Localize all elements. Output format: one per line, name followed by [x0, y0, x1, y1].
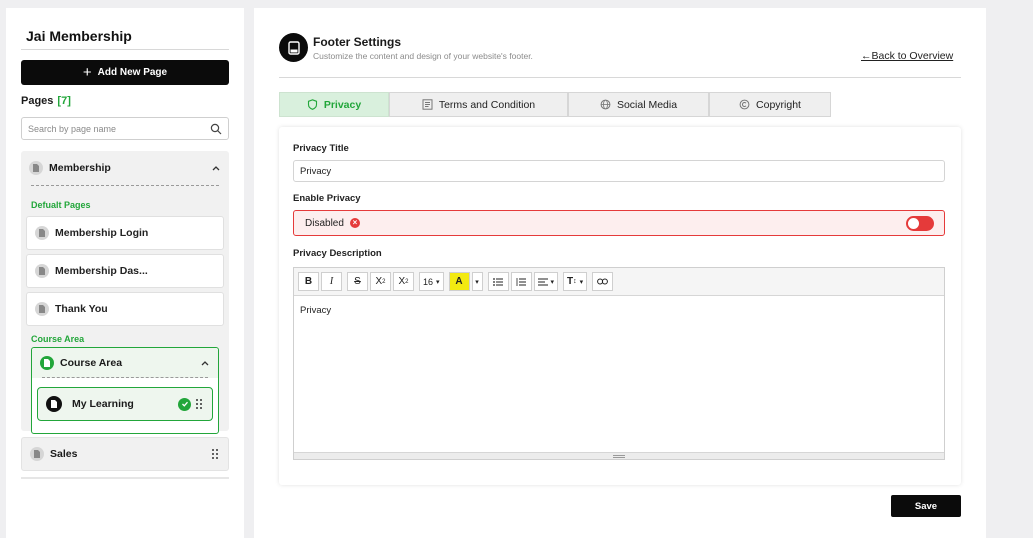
course-area-label: Course Area	[60, 357, 123, 369]
save-button[interactable]: Save	[891, 495, 961, 517]
editor-toolbar: B I S X2 X2 16 A ▾ T↕	[294, 268, 944, 296]
copyright-icon	[739, 99, 750, 110]
subscript-button[interactable]: X2	[393, 272, 414, 291]
numbered-list-button[interactable]	[510, 272, 532, 291]
privacy-description-label: Privacy Description	[293, 248, 382, 259]
document-list-icon	[422, 99, 433, 110]
dashed-divider	[31, 185, 219, 186]
text-color-dropdown[interactable]: ▾	[471, 272, 483, 291]
sidebar-divider	[21, 49, 229, 50]
default-pages-label: Defualt Pages	[31, 200, 91, 210]
page-icon	[35, 226, 49, 240]
tab-copyright[interactable]: Copyright	[709, 92, 831, 117]
page-item-label: Thank You	[55, 303, 108, 315]
font-size-value: 16	[423, 276, 434, 287]
sales-group[interactable]: Sales	[21, 437, 229, 471]
privacy-title-input[interactable]	[293, 160, 945, 182]
membership-group: Membership Defualt Pages Membership Logi…	[21, 151, 229, 434]
page-search	[21, 117, 229, 140]
course-area-group: Course Area My Learning	[31, 347, 219, 434]
footer-tabs: Privacy Terms and Condition Social Media…	[279, 92, 831, 117]
tab-label: Privacy	[323, 98, 362, 111]
strikethrough-button[interactable]: S	[347, 272, 368, 291]
privacy-status-text: Disabled	[305, 217, 344, 229]
text-style-select[interactable]: T ↕	[563, 272, 588, 291]
check-icon	[178, 397, 191, 411]
site-name: Jai Membership	[26, 28, 132, 44]
pages-count: [7]	[57, 95, 71, 107]
add-new-page-button[interactable]: + Add New Page	[21, 60, 229, 85]
numbered-list-icon	[516, 277, 527, 286]
arrow-left-icon: ←	[861, 50, 872, 62]
search-icon[interactable]	[210, 123, 222, 135]
membership-group-header[interactable]: Membership	[29, 157, 221, 179]
header-divider	[279, 77, 961, 78]
bold-button[interactable]: B	[298, 272, 319, 291]
page-subtitle: Customize the content and design of your…	[313, 51, 533, 61]
page-search-input[interactable]	[28, 123, 210, 134]
course-area-header[interactable]: Course Area	[32, 348, 218, 378]
sales-group-label: Sales	[50, 448, 78, 460]
superscript-button[interactable]: X2	[370, 272, 391, 291]
page-item-membership-dashboard[interactable]: Membership Das...	[26, 254, 224, 288]
close-circle-icon: ×	[349, 218, 360, 228]
align-left-icon	[537, 278, 548, 285]
page-item-thank-you[interactable]: Thank You	[26, 292, 224, 326]
sidebar: Jai Membership + Add New Page Pages[7] M…	[6, 8, 244, 538]
font-size-select[interactable]: 16	[419, 272, 444, 291]
dashed-divider	[42, 377, 208, 378]
drag-handle-icon[interactable]	[196, 399, 202, 409]
page-item-label: Membership Login	[55, 227, 149, 239]
tab-privacy[interactable]: Privacy	[279, 92, 389, 117]
bullet-list-button[interactable]	[487, 272, 509, 291]
main-panel: Footer Settings Customize the content an…	[254, 8, 986, 538]
align-select[interactable]	[533, 272, 559, 291]
editor-content[interactable]: Privacy	[294, 296, 944, 450]
course-area-section-label: Course Area	[31, 334, 85, 344]
pages-heading: Pages [7]	[21, 95, 71, 107]
page-item-my-learning[interactable]: My Learning	[37, 387, 213, 421]
page-icon	[46, 396, 62, 412]
rich-text-editor: B I S X2 X2 16 A ▾ T↕	[293, 267, 945, 460]
italic-button[interactable]: I	[321, 272, 342, 291]
tab-terms-and-condition[interactable]: Terms and Condition	[389, 92, 568, 117]
editor-resize-handle[interactable]	[294, 452, 944, 459]
toggle-knob	[908, 217, 919, 229]
enable-privacy-row: Disabled ×	[293, 210, 945, 236]
shield-icon	[307, 99, 317, 110]
social-globe-icon	[600, 99, 611, 110]
text-color-button[interactable]: A	[448, 272, 470, 291]
page-title: Footer Settings	[313, 35, 402, 49]
add-new-page-label: Add New Page	[97, 67, 168, 78]
privacy-title-label: Privacy Title	[293, 143, 349, 154]
footer-icon	[279, 33, 308, 62]
page-icon	[35, 264, 49, 278]
link-icon	[597, 278, 609, 285]
pages-label: Pages	[21, 95, 54, 107]
page-item-label: Membership Das...	[55, 265, 148, 277]
bullet-list-icon	[493, 277, 504, 286]
tab-label: Copyright	[756, 98, 801, 111]
back-link-label: Back to Overview	[871, 50, 954, 62]
plus-icon: +	[82, 64, 92, 81]
next-group-edge	[21, 477, 229, 479]
enable-privacy-label: Enable Privacy	[293, 193, 361, 204]
back-to-overview-link[interactable]: ←Back to Overview	[861, 50, 953, 62]
tab-label: Social Media	[616, 98, 678, 111]
insert-link-button[interactable]	[592, 272, 614, 291]
enable-privacy-toggle[interactable]	[906, 215, 934, 231]
page-item-membership-login[interactable]: Membership Login	[26, 216, 224, 250]
tab-social-media[interactable]: Social Media	[568, 92, 709, 117]
page-icon	[40, 356, 54, 370]
chevron-up-icon[interactable]	[200, 358, 210, 368]
page-icon	[29, 161, 43, 175]
tab-label: Terms and Condition	[438, 98, 536, 111]
privacy-settings-card: Privacy Title Enable Privacy Disabled × …	[279, 127, 961, 485]
page-item-label: My Learning	[72, 398, 134, 410]
chevron-up-icon[interactable]	[211, 163, 221, 173]
membership-group-label: Membership	[49, 162, 111, 174]
page-icon	[35, 302, 49, 316]
page-icon	[30, 447, 44, 461]
drag-handle-icon[interactable]	[212, 449, 218, 459]
